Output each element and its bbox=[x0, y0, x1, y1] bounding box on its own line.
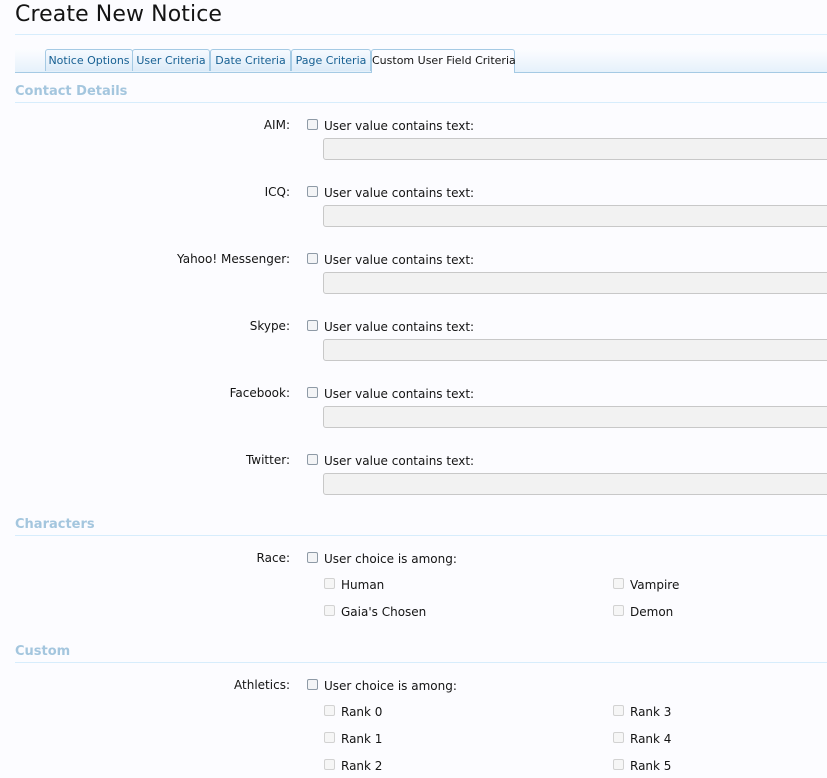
choice-checkbox-rank-3[interactable] bbox=[613, 705, 624, 716]
contains-text-checkbox[interactable] bbox=[307, 454, 318, 465]
checkbox-label[interactable]: User choice is among: bbox=[324, 678, 457, 694]
checkbox-label[interactable]: User choice is among: bbox=[324, 551, 457, 567]
field-label: Skype: bbox=[249, 319, 290, 333]
field-label: Yahoo! Messenger: bbox=[177, 252, 290, 266]
title-divider bbox=[15, 34, 827, 35]
choice-label[interactable]: Rank 1 bbox=[341, 731, 382, 747]
choice-checkbox-vampire[interactable] bbox=[613, 578, 624, 589]
choice-label[interactable]: Demon bbox=[630, 604, 673, 620]
choice-checkbox-rank-5[interactable] bbox=[613, 759, 624, 770]
field-label: AIM: bbox=[263, 118, 290, 132]
field-label: Athletics: bbox=[234, 678, 290, 692]
field-label: Race: bbox=[256, 551, 290, 565]
checkbox-label[interactable]: User value contains text: bbox=[324, 319, 474, 335]
choice-checkbox-rank-1[interactable] bbox=[324, 732, 335, 743]
tab-bar: Notice Options User Criteria Date Criter… bbox=[15, 49, 827, 73]
section-heading-characters: Characters bbox=[15, 515, 827, 536]
choice-label[interactable]: Vampire bbox=[630, 577, 679, 593]
choice-checkbox-gaias-chosen[interactable] bbox=[324, 605, 335, 616]
choice-checkbox-human[interactable] bbox=[324, 578, 335, 589]
choice-checkbox-demon[interactable] bbox=[613, 605, 624, 616]
choice-label[interactable]: Rank 5 bbox=[630, 758, 671, 774]
contains-text-checkbox[interactable] bbox=[307, 320, 318, 331]
choice-label[interactable]: Rank 0 bbox=[341, 704, 382, 720]
contains-text-checkbox[interactable] bbox=[307, 387, 318, 398]
aim-text-input[interactable] bbox=[323, 138, 827, 160]
checkbox-label[interactable]: User value contains text: bbox=[324, 252, 474, 268]
page-title: Create New Notice bbox=[15, 2, 223, 27]
choice-label[interactable]: Rank 4 bbox=[630, 731, 671, 747]
tab-custom-user-field-criteria[interactable]: Custom User Field Criteria bbox=[371, 49, 516, 73]
tab-page-criteria[interactable]: Page Criteria bbox=[291, 49, 371, 71]
checkbox-label[interactable]: User value contains text: bbox=[324, 185, 474, 201]
section-heading-contact-details: Contact Details bbox=[15, 82, 827, 103]
contains-text-checkbox[interactable] bbox=[307, 119, 318, 130]
choice-checkbox-rank-0[interactable] bbox=[324, 705, 335, 716]
contains-text-checkbox[interactable] bbox=[307, 186, 318, 197]
choice-among-checkbox[interactable] bbox=[307, 552, 318, 563]
section-heading-custom: Custom bbox=[15, 642, 827, 663]
twitter-text-input[interactable] bbox=[323, 473, 827, 495]
choice-checkbox-rank-4[interactable] bbox=[613, 732, 624, 743]
choice-checkbox-rank-2[interactable] bbox=[324, 759, 335, 770]
choice-label[interactable]: Rank 2 bbox=[341, 758, 382, 774]
checkbox-label[interactable]: User value contains text: bbox=[324, 453, 474, 469]
skype-text-input[interactable] bbox=[323, 339, 827, 361]
tab-date-criteria[interactable]: Date Criteria bbox=[210, 49, 291, 71]
choice-label[interactable]: Rank 3 bbox=[630, 704, 671, 720]
field-label: ICQ: bbox=[264, 185, 290, 199]
field-label: Twitter: bbox=[245, 453, 290, 467]
choice-label[interactable]: Gaia's Chosen bbox=[341, 604, 426, 620]
facebook-text-input[interactable] bbox=[323, 406, 827, 428]
field-label: Facebook: bbox=[229, 386, 290, 400]
icq-text-input[interactable] bbox=[323, 205, 827, 227]
tab-user-criteria[interactable]: User Criteria bbox=[132, 49, 210, 71]
checkbox-label[interactable]: User value contains text: bbox=[324, 118, 474, 134]
checkbox-label[interactable]: User value contains text: bbox=[324, 386, 474, 402]
yahoo-messenger-text-input[interactable] bbox=[323, 272, 827, 294]
tab-notice-options[interactable]: Notice Options bbox=[45, 49, 133, 71]
choice-label[interactable]: Human bbox=[341, 577, 384, 593]
contains-text-checkbox[interactable] bbox=[307, 253, 318, 264]
choice-among-checkbox[interactable] bbox=[307, 679, 318, 690]
